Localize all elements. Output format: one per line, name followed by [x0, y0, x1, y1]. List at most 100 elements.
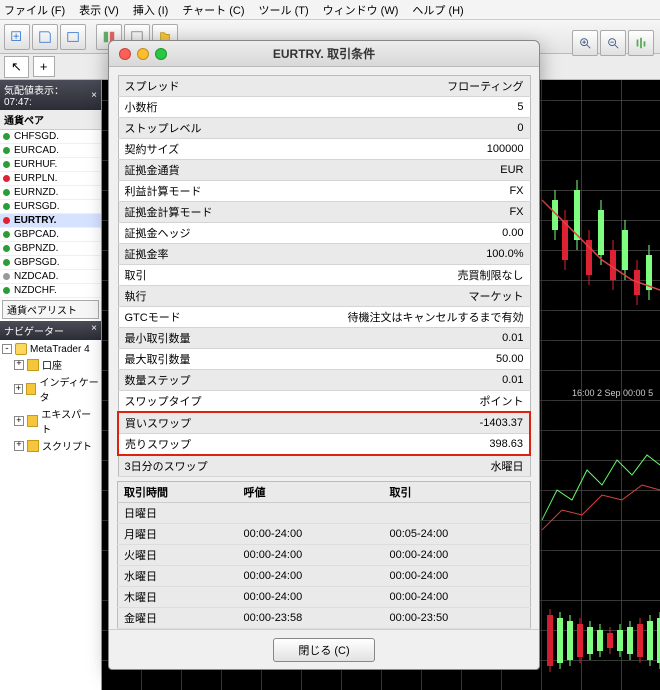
spec-value: 待機注文はキャンセルするまで有効 [261, 307, 530, 328]
direction-icon [3, 147, 10, 154]
nav-node[interactable]: +エキスパート [2, 405, 99, 437]
spec-key: スプレッド [118, 76, 261, 97]
quote-cell: 00:00-24:00 [238, 524, 384, 545]
symbol-name: GBPNZD. [14, 243, 58, 254]
spec-value: フローティング [261, 76, 530, 97]
close-button[interactable]: 閉じる (C) [273, 638, 374, 662]
nav-node[interactable]: +口座 [2, 356, 99, 373]
folder-icon [27, 440, 39, 452]
expand-icon[interactable]: + [14, 384, 23, 394]
symbol-row[interactable]: GBPSGD. [0, 256, 101, 270]
spec-row: 取引売買制限なし [118, 265, 530, 286]
dialog-titlebar[interactable]: EURTRY. 取引条件 [109, 41, 539, 67]
spec-row: 証拠金率100.0% [118, 244, 530, 265]
menu-file[interactable]: ファイル (F) [4, 2, 65, 18]
spec-value: 5 [261, 97, 530, 118]
spec-key: 買いスワップ [118, 412, 261, 434]
quote-cell [238, 503, 384, 524]
chart-type-icon[interactable] [628, 30, 654, 56]
spec-value: EUR [261, 160, 530, 181]
menu-insert[interactable]: 挿入 (I) [133, 2, 168, 18]
spec-key: 証拠金計算モード [118, 202, 261, 223]
hours-row: 月曜日00:00-24:0000:05-24:00 [118, 524, 531, 545]
navigator-close-icon[interactable]: × [91, 323, 97, 338]
spec-value: 水曜日 [261, 455, 530, 477]
zoom-out-icon[interactable] [600, 30, 626, 56]
spec-key: 取引 [118, 265, 261, 286]
symbol-row[interactable]: GBPCAD. [0, 228, 101, 242]
nav-root[interactable]: -MetaTrader 4 [2, 342, 99, 356]
expand-icon[interactable]: - [2, 344, 12, 354]
hours-row: 日曜日 [118, 503, 531, 524]
direction-icon [3, 217, 10, 224]
direction-icon [3, 189, 10, 196]
symbol-row[interactable]: EURCAD. [0, 144, 101, 158]
spec-row: 利益計算モードFX [118, 181, 530, 202]
symbol-name: EURTRY. [14, 215, 56, 226]
day-cell: 金曜日 [118, 608, 238, 629]
new-chart-icon[interactable] [4, 24, 30, 50]
dialog-title: EURTRY. 取引条件 [109, 45, 539, 62]
spec-row: 証拠金計算モードFX [118, 202, 530, 223]
hours-row: 金曜日00:00-23:5800:00-23:50 [118, 608, 531, 629]
symbol-name: GBPCAD. [14, 229, 59, 240]
mt4-icon [15, 343, 27, 355]
day-cell: 火曜日 [118, 545, 238, 566]
spec-key: 利益計算モード [118, 181, 261, 202]
nav-node[interactable]: +スクリプト [2, 437, 99, 454]
left-panel: 気配値表示：07:47: × 通貨ペア CHFSGD.EURCAD.EURHUF… [0, 80, 102, 690]
symbol-row[interactable]: CHFSGD. [0, 130, 101, 144]
expand-icon[interactable]: + [14, 360, 24, 370]
spec-value: FX [261, 181, 530, 202]
menu-tools[interactable]: ツール (T) [259, 2, 309, 18]
spec-key: スワップタイプ [118, 391, 261, 413]
folder-icon [27, 359, 39, 371]
expand-icon[interactable]: + [14, 441, 24, 451]
save-icon[interactable] [32, 24, 58, 50]
spec-value: 50.00 [261, 349, 530, 370]
expand-icon[interactable]: + [14, 416, 24, 426]
direction-icon [3, 259, 10, 266]
spec-row: 証拠金通貨EUR [118, 160, 530, 181]
col-trade: 取引 [383, 482, 530, 503]
cursor-icon[interactable]: ↖ [4, 56, 29, 78]
crosshair-icon[interactable]: + [33, 56, 55, 77]
hours-row: 火曜日00:00-24:0000:00-24:00 [118, 545, 531, 566]
spec-value: 0.01 [261, 328, 530, 349]
spec-key: 証拠金率 [118, 244, 261, 265]
symbol-row[interactable]: EURPLN. [0, 172, 101, 186]
zoom-in-icon[interactable] [572, 30, 598, 56]
menu-view[interactable]: 表示 (V) [79, 2, 119, 18]
pair-list-tab[interactable]: 通貨ペアリスト [2, 300, 99, 319]
market-watch-close-icon[interactable]: × [91, 90, 97, 101]
spec-key: 売りスワップ [118, 434, 261, 456]
col-quote: 呼値 [238, 482, 384, 503]
nav-node[interactable]: +インディケータ [2, 373, 99, 405]
spec-value: -1403.37 [261, 412, 530, 434]
profile-icon[interactable] [60, 24, 86, 50]
symbol-row[interactable]: EURTRY. [0, 214, 101, 228]
menu-window[interactable]: ウィンドウ (W) [323, 2, 399, 18]
spec-row: 証拠金ヘッジ0.00 [118, 223, 530, 244]
spec-key: 小数桁 [118, 97, 261, 118]
menu-help[interactable]: ヘルプ (H) [412, 2, 463, 18]
symbol-row[interactable]: EURHUF. [0, 158, 101, 172]
spec-value: 398.63 [261, 434, 530, 456]
symbol-name: NZDCAD. [14, 271, 58, 282]
spec-row: 買いスワップ-1403.37 [118, 412, 530, 434]
symbol-row[interactable]: EURSGD. [0, 200, 101, 214]
symbol-row[interactable]: NZDCAD. [0, 270, 101, 284]
folder-icon [27, 415, 39, 427]
spec-row: スワップタイプポイント [118, 391, 530, 413]
symbol-row[interactable]: GBPNZD. [0, 242, 101, 256]
symbol-row[interactable]: EURNZD. [0, 186, 101, 200]
spec-value: 100000 [261, 139, 530, 160]
day-cell: 月曜日 [118, 524, 238, 545]
trade-cell: 00:00-24:00 [383, 545, 530, 566]
spec-key: GTCモード [118, 307, 261, 328]
day-cell: 日曜日 [118, 503, 238, 524]
trade-cell: 00:00-23:50 [383, 608, 530, 629]
menu-chart[interactable]: チャート (C) [182, 2, 244, 18]
spec-value: マーケット [261, 286, 530, 307]
symbol-row[interactable]: NZDCHF. [0, 284, 101, 298]
